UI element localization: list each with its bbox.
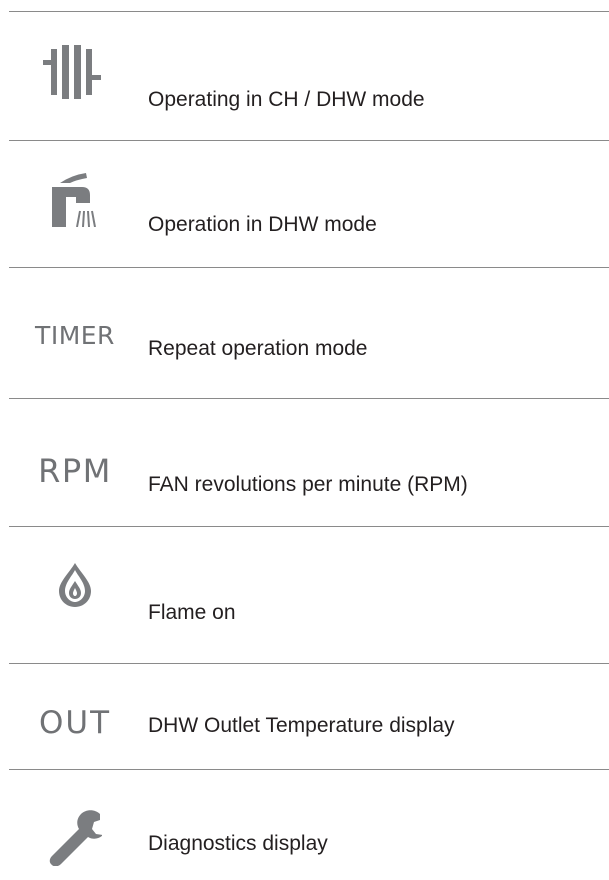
divider xyxy=(9,267,609,268)
radiator-icon xyxy=(9,44,141,100)
divider xyxy=(9,11,609,12)
rpm-indicator: RPM xyxy=(38,452,112,490)
divider xyxy=(9,398,609,399)
legend-label: DHW Outlet Temperature display xyxy=(148,714,455,737)
legend-label: Diagnostics display xyxy=(148,832,328,855)
out-indicator: OUT xyxy=(38,705,112,741)
legend-label: Operation in DHW mode xyxy=(148,213,377,236)
wrench-icon xyxy=(9,808,141,868)
divider xyxy=(9,663,609,664)
legend-label: Repeat operation mode xyxy=(148,337,368,360)
tap-icon xyxy=(9,170,141,230)
legend-label: FAN revolutions per minute (RPM) xyxy=(148,473,468,496)
divider xyxy=(9,526,609,527)
divider xyxy=(9,769,609,770)
timer-indicator: TIMER xyxy=(35,320,115,350)
legend-label: Flame on xyxy=(148,601,236,624)
divider xyxy=(9,140,609,141)
legend-label: Operating in CH / DHW mode xyxy=(148,88,425,111)
flame-icon xyxy=(9,560,141,610)
